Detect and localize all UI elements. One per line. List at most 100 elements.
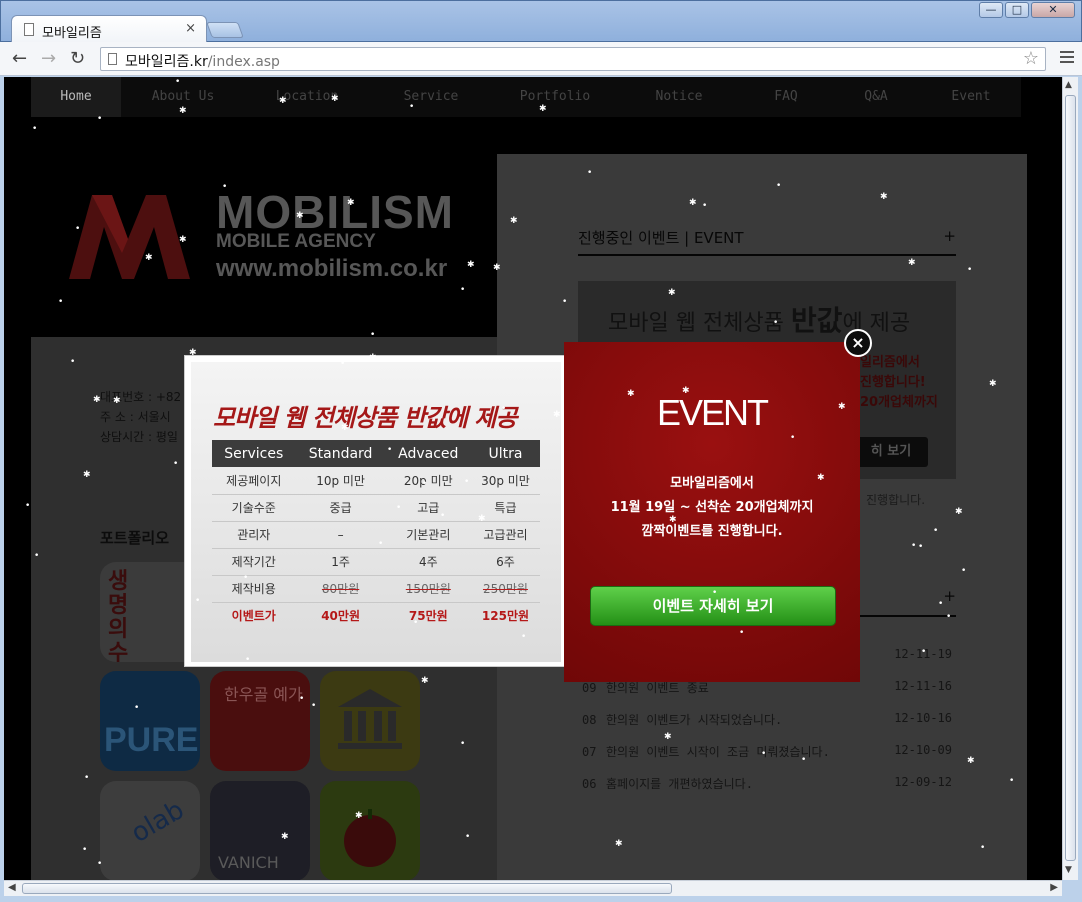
browser-menu-icon[interactable]: [1060, 51, 1074, 66]
nav-faq[interactable]: FAQ: [741, 77, 831, 117]
nav-notice[interactable]: Notice: [617, 77, 741, 117]
table-row: 제작기간 1주 4주 6주: [212, 548, 540, 576]
app-icon-apple[interactable]: [320, 781, 420, 880]
forward-arrow-icon[interactable]: →: [41, 48, 56, 69]
table-cell: 30p 미만: [470, 467, 540, 495]
app-icon-vanich-label: VANICH: [218, 853, 279, 872]
table-cell: –: [295, 521, 386, 549]
reload-icon[interactable]: ↻: [70, 48, 85, 69]
col-advanced: Advaced: [385, 440, 471, 467]
table-row: 관리자 – 기본관리 고급관리: [212, 521, 540, 549]
notice-title: 한의원 이벤트가 시작되었습니다.: [606, 713, 783, 727]
snowflake-icon: •: [460, 285, 466, 295]
table-cell: 20p 미만: [385, 467, 471, 495]
contact-info: 대표번호 : +82 주 소 : 서울시 상담시간 : 평일: [100, 387, 181, 447]
table-cell: 1주: [295, 548, 386, 576]
table-cell: 특급: [470, 494, 540, 522]
horizontal-scrollbar[interactable]: ◀ ▶: [4, 880, 1062, 896]
tab-close-icon[interactable]: ×: [185, 21, 196, 36]
banner-detail-button[interactable]: 히 보기: [854, 437, 928, 467]
browser-tab[interactable]: 모바일리즘 ×: [11, 15, 207, 43]
browser-toolbar: ← → ↻ 모바일리즘.kr/index.asp ☆: [0, 42, 1082, 76]
window-close-button[interactable]: ✕: [1031, 2, 1075, 18]
snowflake-icon: •: [32, 124, 38, 134]
table-cell: 고급: [385, 494, 471, 522]
vertical-scrollbar[interactable]: ▲ ▼: [1062, 77, 1078, 880]
vertical-scroll-thumb[interactable]: [1065, 95, 1076, 861]
notice-more-plus-icon[interactable]: +: [943, 587, 956, 605]
table-cell: 250만원: [470, 575, 540, 603]
table-row: 제공페이지 10p 미만 20p 미만 30p 미만: [212, 467, 540, 495]
scroll-up-arrow-icon[interactable]: ▲: [1065, 80, 1072, 90]
app-icon-suwon-label: 생명의 수원: [108, 569, 129, 663]
table-cell: 고급관리: [470, 521, 540, 549]
minimize-button[interactable]: —: [979, 2, 1003, 18]
notice-row[interactable]: 07 한의원 이벤트 시작이 조금 미뤄졌습니다. 12-10-09: [582, 743, 952, 760]
table-cell: 125만원: [481, 609, 530, 624]
notice-num: 06: [582, 777, 597, 791]
back-arrow-icon[interactable]: ←: [12, 48, 27, 69]
new-tab-button[interactable]: [206, 22, 244, 38]
notice-date: 12-10-16: [894, 711, 952, 725]
snowflake-icon: ✱: [467, 260, 475, 270]
notice-num: 07: [582, 745, 597, 759]
bookmark-star-icon[interactable]: ☆: [1023, 48, 1039, 69]
nav-about[interactable]: About Us: [121, 77, 245, 117]
event-detail-button[interactable]: 이벤트 자세히 보기: [590, 586, 836, 626]
table-cell: 제작비용: [212, 575, 296, 603]
notice-num: 08: [582, 713, 597, 727]
table-cell: 6주: [470, 548, 540, 576]
notice-row[interactable]: 08 한의원 이벤트가 시작되었습니다. 12-10-16: [582, 711, 952, 728]
banner-footer: 진행합니다.: [866, 493, 926, 507]
page-favicon-icon: [24, 23, 34, 36]
horizontal-scroll-thumb[interactable]: [22, 883, 672, 894]
apple-icon: [344, 809, 396, 867]
nav-home[interactable]: Home: [31, 77, 121, 117]
table-cell: 80만원: [295, 575, 386, 603]
app-icon-vanich[interactable]: VANICH: [210, 781, 310, 880]
scroll-down-arrow-icon[interactable]: ▼: [1065, 865, 1072, 875]
table-cell: 제공페이지: [212, 467, 296, 495]
app-icon-pure-label: PURE: [104, 721, 199, 759]
app-icon-hanwoo[interactable]: 한우골 예가: [210, 671, 310, 771]
maximize-button[interactable]: □: [1005, 2, 1029, 18]
table-cell: 75만원: [408, 609, 448, 624]
nav-location[interactable]: Location: [245, 77, 369, 117]
url-path: /index.asp: [207, 54, 280, 70]
scroll-right-arrow-icon[interactable]: ▶: [1050, 882, 1058, 893]
event-more-plus-icon[interactable]: +: [943, 227, 956, 245]
notice-title: 홈페이지를 개편하였습니다.: [606, 777, 753, 791]
app-icon-pure[interactable]: PURE: [100, 671, 200, 771]
app-icon-bank[interactable]: [320, 671, 420, 771]
app-icon-olab[interactable]: olab: [100, 781, 200, 880]
notice-row[interactable]: 06 홈페이지를 개편하였습니다. 12-09-12: [582, 775, 952, 792]
app-icon-hanwoo-label: 한우골 예가: [224, 685, 303, 704]
notice-num: 09: [582, 681, 597, 695]
table-cell: 관리자: [212, 521, 296, 549]
scroll-left-arrow-icon[interactable]: ◀: [8, 882, 16, 893]
popup-headline: 모바일 웹 전체상품 반값에 제공: [213, 404, 517, 432]
event-popup-info: EVENT 모바일리즘에서 11월 19일 ~ 선착순 20개업체까지 깜짝이벤…: [564, 342, 860, 682]
logo-url: www.mobilism.co.kr: [216, 255, 448, 282]
snowflake-icon: •: [25, 501, 31, 511]
table-cell: 기본관리: [385, 521, 471, 549]
pricing-table: Services Standard Advaced Ultra 제공페이지 10p…: [212, 440, 540, 629]
table-cell: 10p 미만: [295, 467, 386, 495]
nav-service[interactable]: Service: [369, 77, 493, 117]
address-bar[interactable]: 모바일리즘.kr/index.asp ☆: [100, 47, 1046, 71]
popup-event-title: EVENT: [656, 392, 769, 433]
tab-title: 모바일리즘: [42, 26, 102, 41]
nav-qna[interactable]: Q&A: [831, 77, 921, 117]
table-row-original-price: 제작비용 80만원 150만원 250만원: [212, 575, 540, 603]
logo-mark-icon: [69, 195, 190, 279]
table-cell: 4주: [385, 548, 471, 576]
nav-portfolio[interactable]: Portfolio: [493, 77, 617, 117]
popup-close-button[interactable]: ×: [844, 329, 872, 357]
banner-line-1: 일리즘에서: [860, 355, 920, 370]
table-cell: 40만원: [321, 609, 360, 624]
notice-title: 한의원 이벤트 시작이 조금 미뤄졌습니다.: [606, 745, 830, 759]
event-popup-pricing: 모바일 웹 전체상품 반값에 제공 Services Standard Adva…: [184, 355, 566, 667]
logo-tagline: MOBILE AGENCY: [216, 231, 376, 252]
nav-event[interactable]: Event: [921, 77, 1021, 117]
banner-line-3: 20개업체까지: [860, 395, 938, 410]
